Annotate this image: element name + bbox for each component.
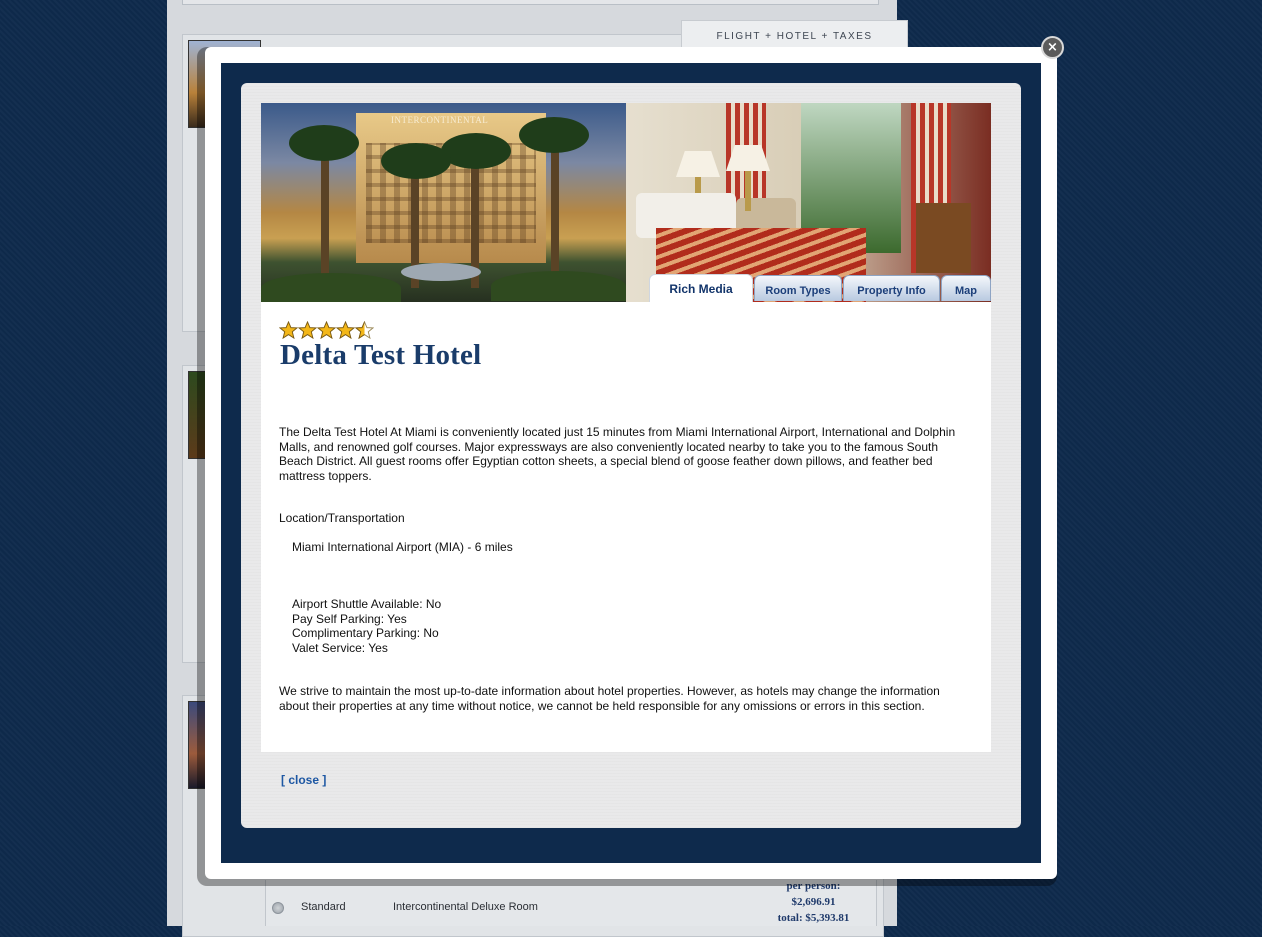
tab-map[interactable]: Map [941,275,991,301]
room-radio[interactable] [272,902,284,914]
location-heading: Location/Transportation [279,511,405,525]
star-icon [336,321,355,339]
amenity-item: Pay Self Parking: Yes [292,611,407,626]
close-icon[interactable]: × [1041,36,1064,59]
palm-trunk [551,133,559,293]
desk [916,203,971,273]
star-icon [317,321,336,339]
disclaimer-text: We strive to maintain the most up-to-dat… [279,684,940,713]
palm-fronds [519,117,589,153]
room-option-row[interactable]: Standard Intercontinental Deluxe Room pe… [265,880,877,926]
amenity-item: Complimentary Parking: No [292,626,439,640]
hotel-description: The Delta Test Hotel At Miami is conveni… [279,425,956,483]
tab-room-types[interactable]: Room Types [754,275,842,301]
airport-distance: Miami International Airport (MIA) - 6 mi… [292,540,513,554]
room-name: Intercontinental Deluxe Room [393,901,538,913]
hotel-banner: INTERCONTINENTAL Rich Media Room Types P… [261,103,991,302]
palm-fronds [381,143,451,179]
star-icon [298,321,317,339]
results-header-bar [182,0,879,5]
half-star-icon [355,321,374,339]
star-icon [279,321,298,339]
tab-property-info[interactable]: Property Info [843,275,940,301]
tab-rich-media[interactable]: Rich Media [649,274,753,302]
hotel-tabs: Rich Media Room Types Property Info Map [649,274,991,302]
close-link[interactable]: [ close ] [281,773,326,787]
palm-trunk [321,143,329,293]
hotel-name: Delta Test Hotel [280,339,482,371]
room-type: Standard [301,901,346,913]
hotel-detail-content: INTERCONTINENTAL Rich Media Room Types P… [261,103,991,752]
lamp-shade [676,151,720,177]
fountain [401,263,481,281]
bush [491,271,626,301]
palm-fronds [441,133,511,169]
hotel-room-image [626,103,991,302]
palm-fronds [289,125,359,161]
amenity-item: Valet Service: Yes [292,640,388,655]
hotel-exterior-image: INTERCONTINENTAL [261,103,626,302]
bush [261,273,401,302]
amenity-item: Airport Shuttle Available: No [292,597,442,611]
hotel-brand-sign: INTERCONTINENTAL [391,115,489,125]
total-price: total: $5,393.81 [777,912,850,924]
price-header: FLIGHT + HOTEL + TAXES [716,31,873,42]
per-person-value: $2,696.91 [791,896,836,908]
lamp-base [745,171,751,211]
